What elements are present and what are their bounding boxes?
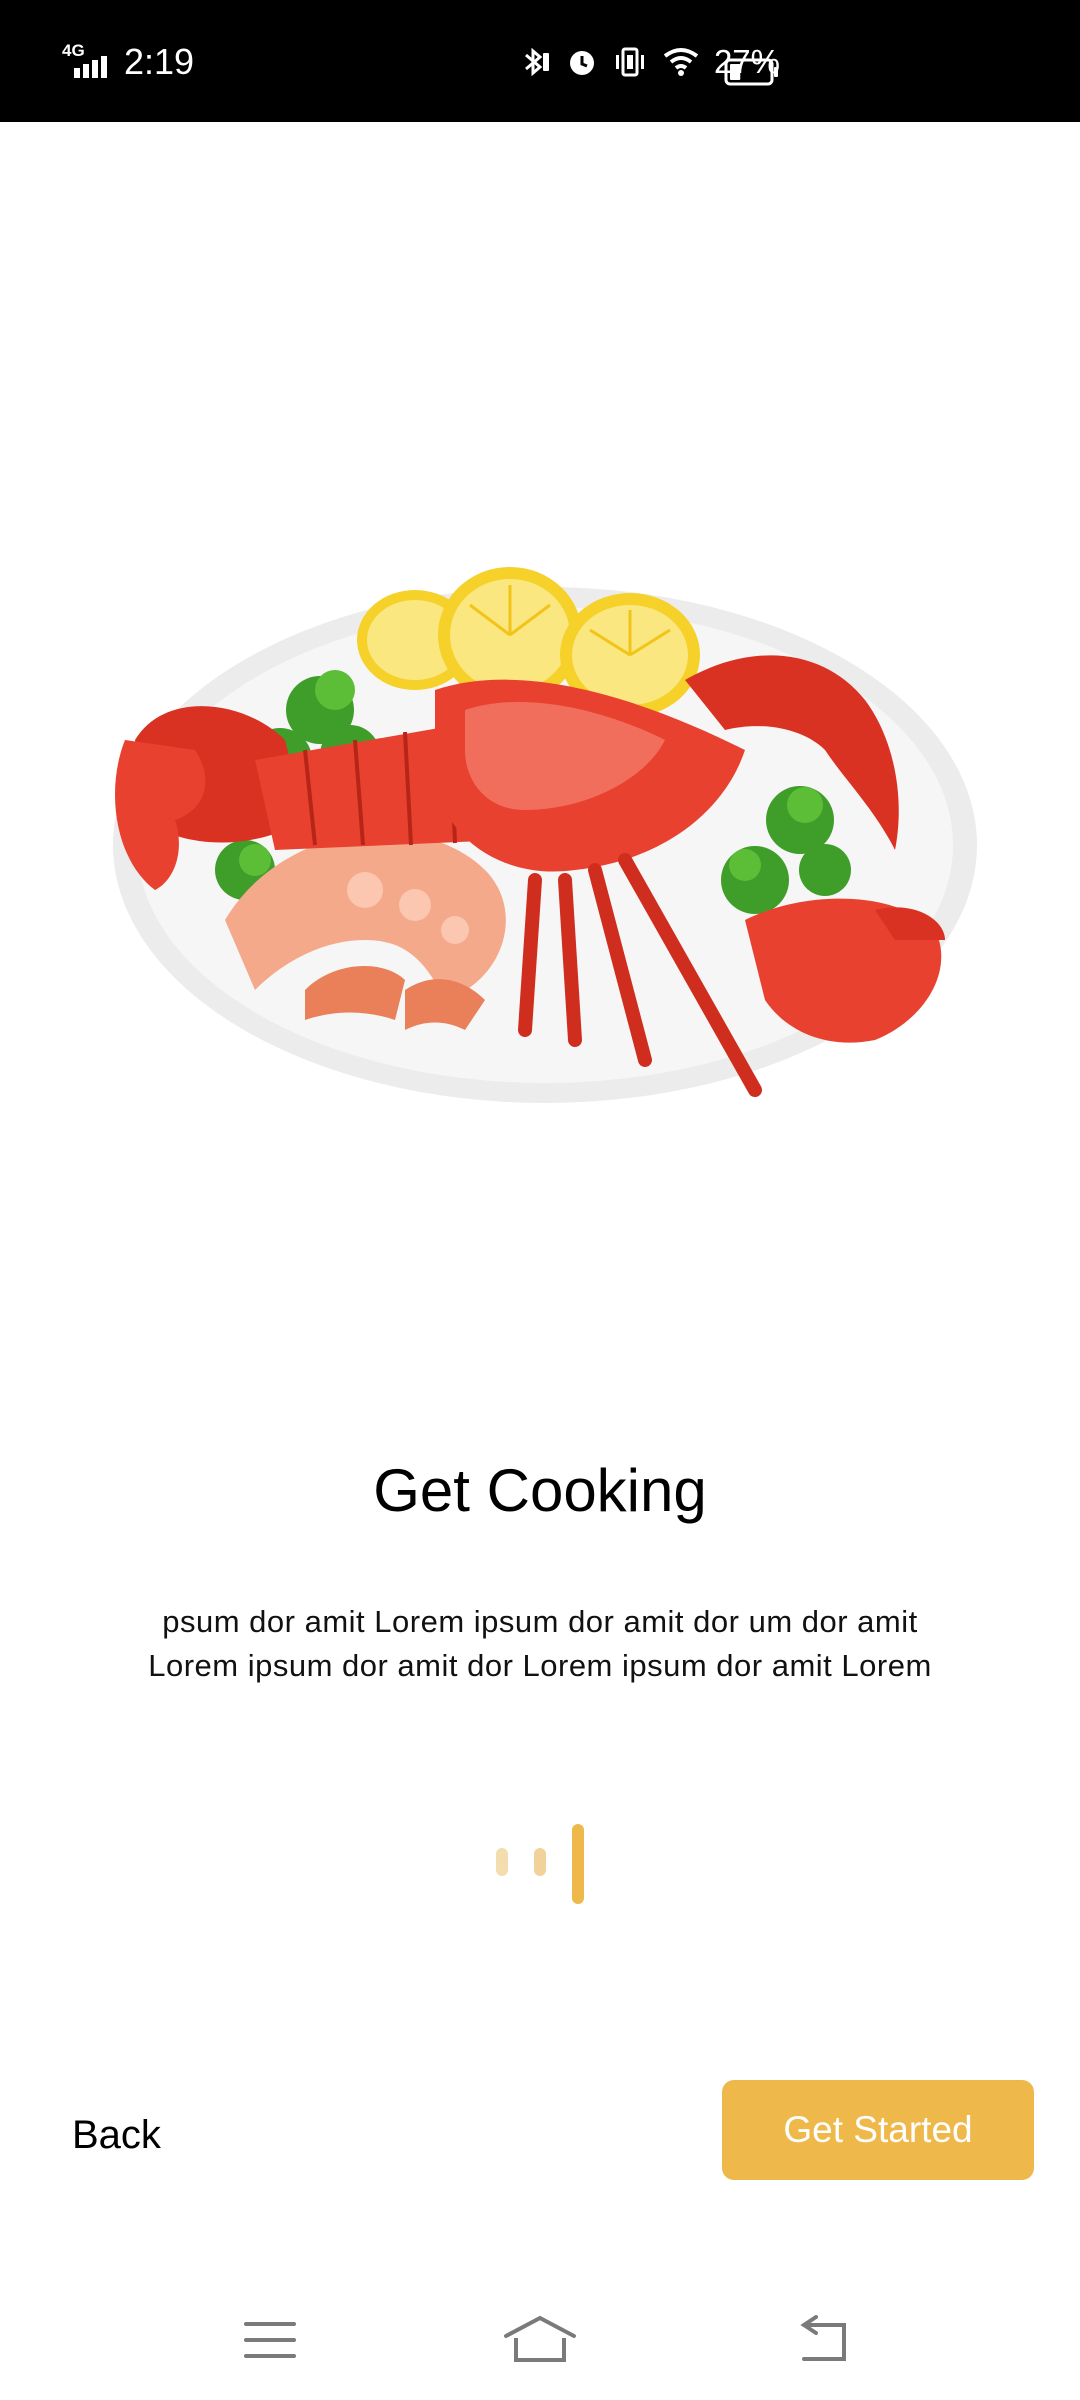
description-line: Lorem ipsum dor amit dor Lorem ipsum dor…	[148, 1648, 932, 1683]
seafood-platter-illustration	[105, 560, 985, 1130]
bluetooth-icon	[518, 45, 552, 79]
page-dot[interactable]	[496, 1848, 508, 1876]
battery-icon	[724, 58, 780, 91]
navigation-bar	[0, 2280, 1080, 2400]
home-icon[interactable]	[500, 2310, 580, 2370]
vibrate-icon	[612, 46, 648, 78]
status-time: 2:19	[124, 41, 195, 82]
menu-icon[interactable]	[230, 2310, 310, 2370]
page-indicator	[496, 1820, 586, 1904]
back-button[interactable]: Back	[72, 2105, 161, 2165]
back-icon[interactable]	[784, 2310, 864, 2370]
status-bar: 4G 2:19 27%	[0, 0, 1080, 122]
page-dot[interactable]	[534, 1848, 546, 1876]
page-dot-active[interactable]	[572, 1824, 584, 1904]
onboarding-title: Get Cooking	[373, 1457, 707, 1524]
onboarding-description: psum dor amit Lorem ipsum dor amit dor u…	[0, 1600, 1080, 1688]
get-started-button[interactable]: Get Started	[722, 2080, 1034, 2180]
signal-icon: 4G	[62, 42, 110, 82]
alarm-icon	[566, 46, 598, 78]
description-line: psum dor amit Lorem ipsum dor amit dor u…	[162, 1604, 918, 1639]
wifi-icon	[662, 46, 700, 78]
